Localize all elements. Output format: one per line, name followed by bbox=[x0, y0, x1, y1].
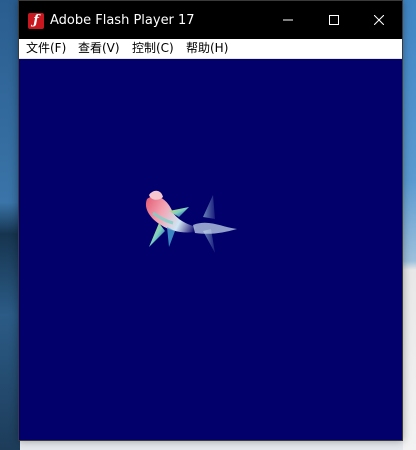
menu-help[interactable]: 帮助(H) bbox=[185, 40, 229, 57]
flash-player-window: ƒ Adobe Flash Player 17 文件(F) 查看(V) 控制(C… bbox=[18, 0, 403, 441]
minimize-icon bbox=[283, 19, 293, 21]
desktop-background-right bbox=[403, 0, 416, 450]
maximize-icon bbox=[329, 15, 339, 25]
close-icon bbox=[374, 15, 384, 25]
menu-control[interactable]: 控制(C) bbox=[131, 40, 175, 57]
window-title: Adobe Flash Player 17 bbox=[50, 13, 195, 28]
menu-file[interactable]: 文件(F) bbox=[25, 40, 67, 57]
koi-fish-graphic bbox=[145, 190, 237, 253]
menu-bar: 文件(F) 查看(V) 控制(C) 帮助(H) bbox=[19, 39, 402, 59]
minimize-button[interactable] bbox=[265, 1, 311, 39]
title-bar[interactable]: ƒ Adobe Flash Player 17 bbox=[19, 1, 402, 39]
flash-player-icon[interactable]: ƒ bbox=[28, 13, 44, 29]
flash-stage[interactable] bbox=[19, 59, 402, 440]
maximize-button[interactable] bbox=[311, 1, 357, 39]
close-button[interactable] bbox=[356, 1, 402, 39]
menu-view[interactable]: 查看(V) bbox=[77, 40, 121, 57]
desktop-background-left bbox=[0, 0, 20, 450]
